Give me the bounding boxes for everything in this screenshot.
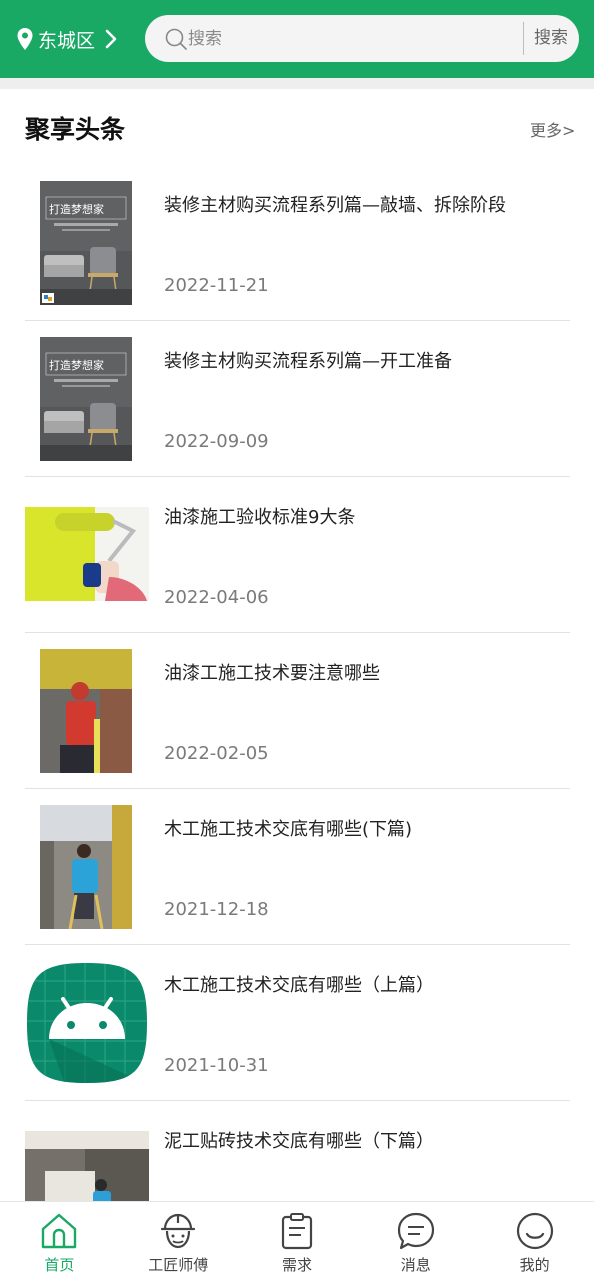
news-date: 2021-10-31 [164, 1055, 269, 1076]
worker-helmet-icon [158, 1211, 198, 1251]
bottom-navigation: 首页 工匠师傅 需求 消息 我的 [0, 1201, 594, 1280]
painter-worker-thumbnail [40, 649, 132, 773]
nav-label: 首页 [44, 1256, 75, 1274]
nav-item-profile[interactable]: 我的 [475, 1202, 594, 1280]
news-title: 木工施工技术交底有哪些（上篇） [164, 975, 434, 996]
android-icon [25, 961, 149, 1085]
search-input[interactable] [188, 25, 518, 52]
poster-living-room-thumbnail: 打造梦想家 [40, 181, 132, 305]
news-title: 装修主材购买流程系列篇—敲墙、拆除阶段 [164, 195, 506, 216]
section-title: 聚享头条 [25, 115, 126, 144]
news-item[interactable]: 泥工贴砖技术交底有哪些（下篇） [25, 1101, 570, 1201]
more-link[interactable]: 更多> [530, 117, 575, 141]
nav-label: 消息 [400, 1256, 431, 1274]
carpenter-worker-thumbnail [40, 805, 132, 929]
news-date: 2022-02-05 [164, 743, 269, 764]
nav-item-craftsmen[interactable]: 工匠师傅 [119, 1202, 238, 1280]
news-date: 2022-09-09 [164, 431, 269, 452]
nav-label: 我的 [519, 1256, 550, 1274]
nav-item-home[interactable]: 首页 [0, 1202, 119, 1280]
nav-item-demand[interactable]: 需求 [238, 1202, 357, 1280]
location-label: 东城区 [38, 29, 96, 52]
header-separator [0, 78, 594, 89]
news-title: 泥工贴砖技术交底有哪些（下篇） [164, 1131, 434, 1152]
news-date: 2021-12-18 [164, 899, 269, 920]
news-item[interactable]: 油漆工施工技术要注意哪些 2022-02-05 [25, 633, 570, 789]
tiling-thumbnail [25, 1131, 149, 1201]
nav-label: 需求 [281, 1256, 312, 1274]
clipboard-icon [277, 1211, 317, 1251]
news-item[interactable]: 打造梦想家 装修主材购买流程系列篇—开工准备 2022-09-09 [25, 321, 570, 477]
paint-roller-thumbnail [25, 507, 149, 601]
poster-living-room-thumbnail: 打造梦想家 [40, 337, 132, 461]
nav-item-messages[interactable]: 消息 [356, 1202, 475, 1280]
news-item[interactable]: 打造梦想家 装修主材购买流程系列篇—敲墙、拆除阶段 2022-11-21 [25, 165, 570, 321]
nav-label: 工匠师傅 [148, 1256, 209, 1274]
poster-text: 打造梦想家 [49, 202, 104, 216]
news-item[interactable]: 木工施工技术交底有哪些(下篇) 2021-12-18 [25, 789, 570, 945]
message-icon [396, 1211, 436, 1251]
search-button[interactable]: 搜索 [529, 25, 573, 52]
news-title: 木工施工技术交底有哪些(下篇) [164, 819, 413, 840]
news-item[interactable]: 油漆施工验收标准9大条 2022-04-06 [25, 477, 570, 633]
search-icon [165, 28, 187, 54]
location-selector[interactable]: 东城区 [16, 24, 117, 54]
home-icon [39, 1211, 79, 1251]
news-list: 打造梦想家 装修主材购买流程系列篇—敲墙、拆除阶段 2022-11-21 打造梦… [25, 165, 570, 1201]
search-divider [523, 22, 524, 55]
news-title: 装修主材购买流程系列篇—开工准备 [164, 351, 452, 372]
news-title: 油漆施工验收标准9大条 [164, 507, 356, 528]
news-date: 2022-04-06 [164, 587, 269, 608]
chevron-right-icon [105, 29, 117, 49]
location-pin-icon [16, 27, 34, 51]
news-item[interactable]: 木工施工技术交底有哪些（上篇） 2021-10-31 [25, 945, 570, 1101]
smile-icon [515, 1211, 555, 1251]
news-title: 油漆工施工技术要注意哪些 [164, 663, 380, 684]
poster-text: 打造梦想家 [49, 358, 104, 372]
top-header: 东城区 搜索 [0, 0, 594, 78]
news-date: 2022-11-21 [164, 275, 269, 296]
search-bar: 搜索 [145, 15, 579, 62]
